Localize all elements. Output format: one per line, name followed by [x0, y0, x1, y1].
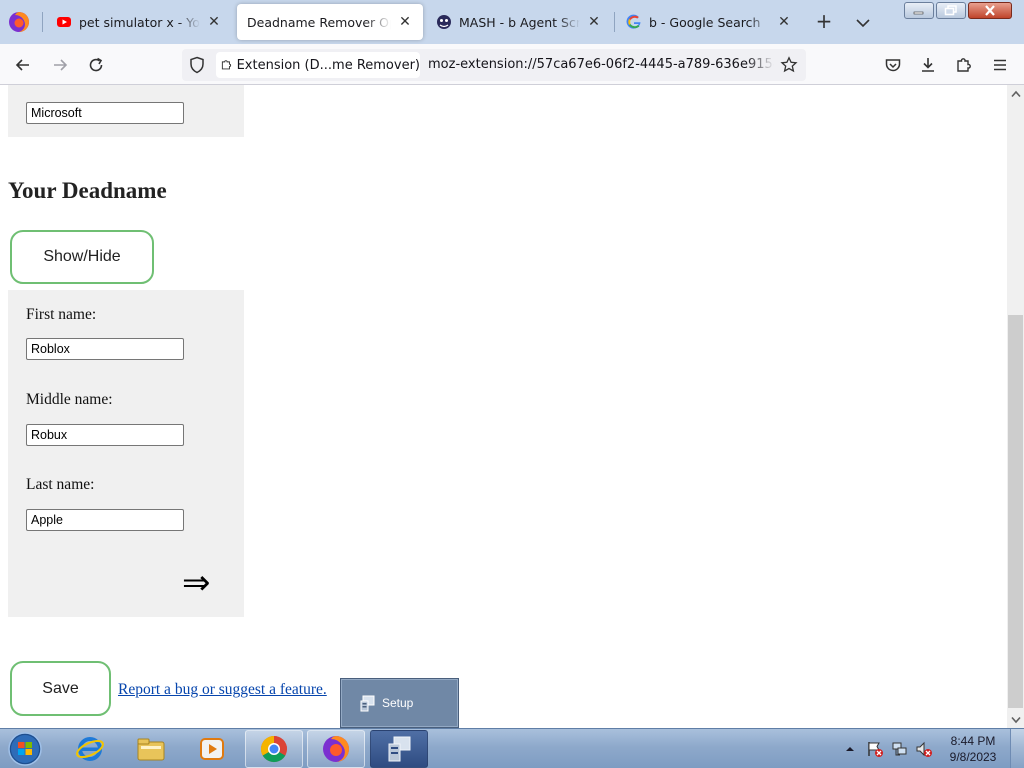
back-arrow-icon	[15, 59, 29, 71]
show-desktop-button[interactable]	[1010, 729, 1024, 768]
tab-separator	[614, 12, 615, 32]
back-button[interactable]	[10, 52, 36, 78]
scroll-up-arrow[interactable]	[1007, 85, 1024, 102]
taskbar-setup[interactable]	[370, 730, 428, 768]
tracking-protection-shield-icon[interactable]	[188, 56, 206, 74]
setup-installer-icon	[360, 695, 375, 712]
clock-date: 9/8/2023	[949, 750, 997, 764]
identity-label: Extension (D...me Remover)	[236, 57, 420, 73]
clock-time: 8:44 PM	[950, 734, 996, 748]
right-double-arrow-icon[interactable]: ⇒	[182, 566, 211, 600]
pocket-button[interactable]	[880, 52, 906, 78]
file-explorer-icon	[137, 738, 165, 761]
volume-muted-icon[interactable]	[915, 740, 933, 758]
network-icon[interactable]	[891, 740, 909, 758]
navigation-toolbar: Extension (D...me Remover) moz-extension…	[0, 44, 1024, 85]
tab-mash[interactable]: MASH - b Agent Scripting ✕	[426, 4, 612, 40]
tab-deadname-remover-options[interactable]: Deadname Remover Options ✕	[237, 4, 423, 40]
extension-puzzle-icon	[221, 60, 232, 70]
download-icon	[922, 58, 934, 72]
tab-label: Deadname Remover Options	[247, 14, 391, 30]
taskbar-firefox[interactable]	[307, 730, 365, 768]
first-name-label: First name:	[26, 306, 97, 323]
show-hidden-icons-icon[interactable]	[844, 743, 856, 755]
reload-button[interactable]	[83, 52, 109, 78]
action-center-flag-icon[interactable]	[866, 740, 884, 758]
tab-strip: pet simulator x - YouTube ✕ Deadname Rem…	[0, 0, 1024, 44]
show-hide-button[interactable]: Show/Hide	[10, 230, 154, 284]
scroll-down-arrow[interactable]	[1007, 711, 1024, 728]
app-menu-button[interactable]	[987, 52, 1013, 78]
setup-icon	[388, 736, 411, 762]
tab-label: pet simulator x - YouTube	[79, 14, 200, 30]
forward-arrow-icon	[54, 59, 68, 71]
tab-label: MASH - b Agent Scripting	[459, 14, 580, 30]
internet-explorer-icon	[76, 737, 104, 761]
settings-panel-top	[8, 85, 244, 137]
address-bar[interactable]: Extension (D...me Remover) moz-extension…	[182, 49, 806, 81]
list-all-tabs-icon[interactable]	[852, 12, 874, 34]
pocket-icon	[885, 59, 901, 72]
scrollbar-thumb[interactable]	[1008, 315, 1023, 708]
tab-label: b - Google Search	[649, 14, 761, 30]
tab-youtube[interactable]: pet simulator x - YouTube ✕	[46, 4, 232, 40]
forward-button[interactable]	[47, 52, 73, 78]
media-player-icon	[200, 738, 224, 760]
last-name-field[interactable]	[26, 509, 184, 531]
report-bug-link[interactable]: Report a bug or suggest a feature.	[118, 681, 327, 699]
window-controls	[904, 2, 1012, 19]
extensions-puzzle-icon	[957, 58, 971, 72]
extensions-button[interactable]	[951, 52, 977, 78]
setup-label: Setup	[382, 696, 414, 710]
page-content: Your Deadname Show/Hide First name: Midd…	[0, 85, 1007, 728]
reload-icon	[89, 57, 103, 72]
section-title-your-deadname: Your Deadname	[8, 178, 167, 203]
close-window-button[interactable]	[968, 2, 1012, 19]
chrome-icon	[260, 735, 287, 763]
windows-taskbar: 8:44 PM 9/8/2023	[0, 728, 1024, 768]
taskbar-media-player[interactable]	[183, 730, 241, 768]
close-tab-icon[interactable]: ✕	[397, 14, 413, 30]
mash-icon	[436, 14, 452, 30]
tab-google-search[interactable]: b - Google Search ✕	[616, 4, 802, 40]
first-name-field[interactable]	[26, 338, 184, 360]
firefox-icon	[323, 736, 349, 762]
minimize-button[interactable]	[904, 2, 934, 19]
vertical-scrollbar[interactable]	[1007, 85, 1024, 728]
top-text-field[interactable]	[26, 102, 184, 124]
restore-button[interactable]	[936, 2, 966, 19]
middle-name-field[interactable]	[26, 424, 184, 446]
hamburger-menu-icon	[994, 59, 1006, 71]
system-clock[interactable]: 8:44 PM 9/8/2023	[944, 733, 1002, 765]
tab-separator	[42, 12, 43, 32]
google-icon	[626, 14, 642, 30]
setup-window-preview[interactable]: Setup	[340, 678, 459, 728]
close-tab-icon[interactable]: ✕	[776, 14, 792, 30]
save-button[interactable]: Save	[10, 661, 111, 716]
close-tab-icon[interactable]: ✕	[586, 14, 602, 30]
downloads-button[interactable]	[915, 52, 941, 78]
firefox-menu-icon[interactable]	[8, 11, 30, 33]
taskbar-chrome[interactable]	[245, 730, 303, 768]
bookmark-star-icon[interactable]	[780, 56, 798, 74]
taskbar-file-explorer[interactable]	[122, 730, 180, 768]
deadname-panel: First name: Middle name: Last name: ⇒	[8, 290, 244, 617]
start-button-icon[interactable]	[6, 731, 44, 767]
identity-box[interactable]: Extension (D...me Remover)	[216, 52, 420, 78]
close-tab-icon[interactable]: ✕	[206, 14, 222, 30]
new-tab-button[interactable]: +	[812, 10, 836, 34]
last-name-label: Last name:	[26, 476, 95, 493]
middle-name-label: Middle name:	[26, 391, 113, 408]
youtube-icon	[56, 14, 72, 30]
taskbar-internet-explorer[interactable]	[61, 730, 119, 768]
url-text[interactable]: moz-extension://57ca67e6-06f2-4445-a789-…	[428, 57, 774, 72]
